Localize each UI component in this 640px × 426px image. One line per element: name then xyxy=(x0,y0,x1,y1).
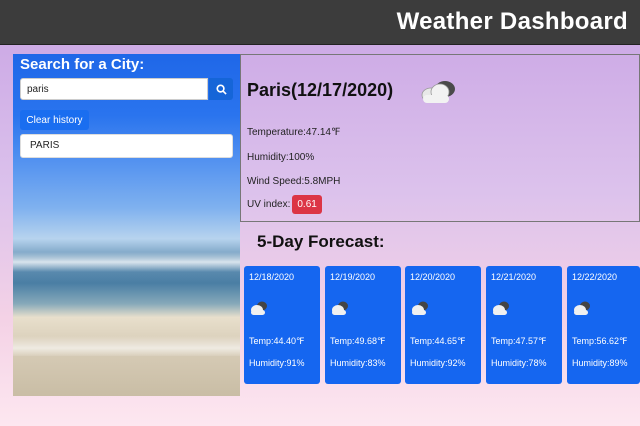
clear-history-button[interactable]: Clear history xyxy=(20,110,89,130)
forecast-humidity: Humidity:92% xyxy=(410,358,466,368)
forecast-date: 12/18/2020 xyxy=(249,272,295,282)
current-weather-panel: Paris(12/17/2020) Temperature:47.14℉ Hum… xyxy=(240,54,640,222)
cloudy-icon xyxy=(493,301,509,315)
uv-index-badge: 0.61 xyxy=(292,195,322,214)
uv-index-row: UV index: 0.61 xyxy=(247,195,322,214)
app-header: Weather Dashboard xyxy=(0,0,640,45)
forecast-date: 12/21/2020 xyxy=(491,272,537,282)
forecast-card: 12/19/2020 Temp:49.68℉ Humidity:83% xyxy=(325,266,401,384)
current-city-date: Paris(12/17/2020) xyxy=(247,80,394,100)
current-temperature: Temperature:47.14℉ xyxy=(247,127,341,138)
forecast-humidity: Humidity:91% xyxy=(249,358,305,368)
cloudy-icon xyxy=(332,301,348,315)
search-button[interactable] xyxy=(209,78,233,100)
forecast-temp: Temp:56.62℉ xyxy=(572,336,628,346)
search-sidebar: Search for a City: Clear history PARIS xyxy=(13,54,240,396)
cloudy-icon xyxy=(574,301,590,315)
forecast-card: 12/18/2020 Temp:44.40℉ Humidity:91% xyxy=(244,266,320,384)
current-wind-speed: Wind Speed:5.8MPH xyxy=(247,176,341,187)
forecast-card: 12/22/2020 Temp:56.62℉ Humidity:89% xyxy=(567,266,640,384)
forecast-temp: Temp:44.65℉ xyxy=(410,336,466,346)
search-heading: Search for a City: xyxy=(20,56,145,73)
forecast-card: 12/20/2020 Temp:44.65℉ Humidity:92% xyxy=(405,266,481,384)
current-humidity: Humidity:100% xyxy=(247,152,315,163)
forecast-temp: Temp:44.40℉ xyxy=(249,336,305,346)
forecast-temp: Temp:49.68℉ xyxy=(330,336,386,346)
search-input[interactable] xyxy=(20,78,208,100)
forecast-date: 12/20/2020 xyxy=(410,272,456,282)
forecast-humidity: Humidity:83% xyxy=(330,358,386,368)
history-item[interactable]: PARIS xyxy=(20,134,233,158)
background-photo-waves xyxy=(13,336,240,356)
cloudy-icon xyxy=(251,301,267,315)
cloudy-icon xyxy=(412,301,428,315)
forecast-date: 12/22/2020 xyxy=(572,272,618,282)
cloudy-icon xyxy=(421,81,455,103)
uv-index-label: UV index: xyxy=(247,199,291,210)
forecast-card: 12/21/2020 Temp:47.57℉ Humidity:78% xyxy=(486,266,562,384)
background-photo-clouds xyxy=(13,252,240,272)
forecast-date: 12/19/2020 xyxy=(330,272,376,282)
forecast-humidity: Humidity:89% xyxy=(572,358,628,368)
forecast-humidity: Humidity:78% xyxy=(491,358,547,368)
page-title: Weather Dashboard xyxy=(396,8,628,35)
forecast-title: 5-Day Forecast: xyxy=(257,232,385,251)
search-icon xyxy=(215,83,227,95)
forecast-temp: Temp:47.57℉ xyxy=(491,336,547,346)
